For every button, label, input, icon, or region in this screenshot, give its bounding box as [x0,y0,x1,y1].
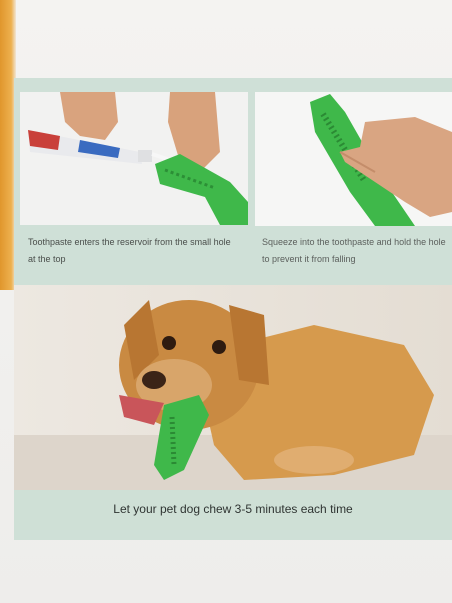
photo-toothpaste-fill-illustration [20,92,248,225]
photo-hold-hole-illustration [255,92,452,226]
caption-squeeze-hold: Squeeze into the toothpaste and hold the… [262,237,446,264]
photo-toothpaste-fill [20,92,248,225]
caption-chew-time: Let your pet dog chew 3-5 minutes each t… [113,502,353,516]
photo-hold-hole [255,92,452,226]
photo-dog-chewing-illustration [14,285,452,490]
caption-toothpaste-reservoir: Toothpaste enters the reservoir from the… [28,237,231,264]
photo-dog-chewing [14,285,452,490]
